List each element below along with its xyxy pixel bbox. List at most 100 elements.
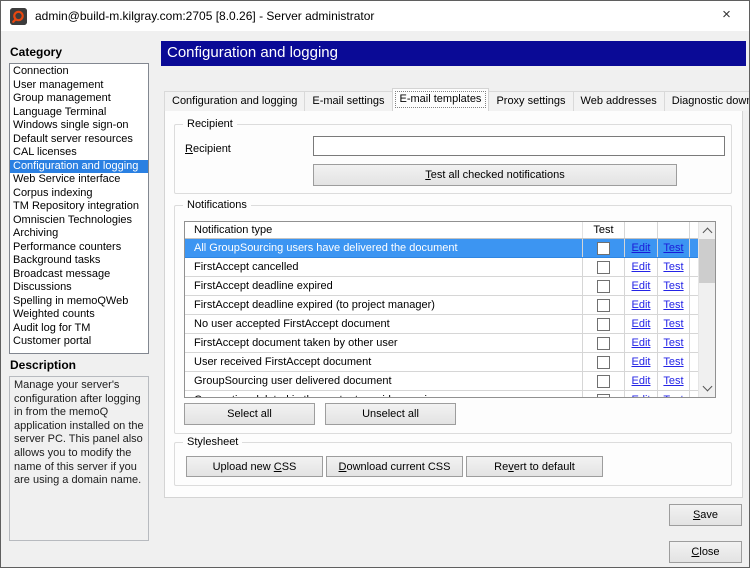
unselect-all-button[interactable]: Unselect all: [325, 403, 456, 425]
stylesheet-group-label: Stylesheet: [183, 436, 242, 449]
test-cell: Test: [658, 315, 690, 333]
edit-link[interactable]: Edit: [632, 375, 651, 387]
test-link[interactable]: Test: [663, 242, 683, 254]
description-label: Description: [10, 358, 76, 372]
sidebar-item[interactable]: Background tasks: [10, 254, 148, 268]
sidebar-item[interactable]: Performance counters: [10, 241, 148, 255]
column-header-testlink: [658, 222, 690, 238]
edit-link[interactable]: Edit: [632, 261, 651, 273]
test-checkbox[interactable]: [597, 299, 610, 312]
sidebar-item[interactable]: Web Service interface: [10, 173, 148, 187]
scrollbar-thumb[interactable]: [699, 239, 716, 283]
edit-link[interactable]: Edit: [632, 299, 651, 311]
test-link[interactable]: Test: [663, 337, 683, 349]
test-link[interactable]: Test: [663, 261, 683, 273]
edit-link[interactable]: Edit: [632, 280, 651, 292]
test-checkbox[interactable]: [597, 261, 610, 274]
test-checkbox[interactable]: [597, 242, 610, 255]
sidebar-item[interactable]: Windows single sign-on: [10, 119, 148, 133]
table-row[interactable]: FirstAccept deadline expired (to project…: [185, 296, 715, 315]
edit-link[interactable]: Edit: [632, 318, 651, 330]
table-row[interactable]: All GroupSourcing users have delivered t…: [185, 239, 715, 258]
edit-link[interactable]: Edit: [632, 394, 651, 398]
table-row[interactable]: GroupSourcing user delivered documentEdi…: [185, 372, 715, 391]
sidebar-item[interactable]: Language Terminal: [10, 106, 148, 120]
table-row[interactable]: No user accepted FirstAccept documentEdi…: [185, 315, 715, 334]
test-link[interactable]: Test: [663, 318, 683, 330]
test-checkbox[interactable]: [597, 375, 610, 388]
select-all-button[interactable]: Select all: [184, 403, 315, 425]
tab-proxy-settings[interactable]: Proxy settings: [488, 91, 573, 111]
test-checkbox-cell: [583, 334, 625, 352]
recipient-input[interactable]: [313, 136, 725, 156]
sidebar-item[interactable]: Group management: [10, 92, 148, 106]
scroll-up-button[interactable]: [699, 222, 716, 239]
notification-type-cell: User received FirstAccept document: [185, 353, 583, 371]
sidebar-item[interactable]: Audit log for TM: [10, 322, 148, 336]
column-header-test: Test: [583, 222, 625, 238]
table-row[interactable]: FirstAccept cancelled Edit Test: [185, 258, 715, 277]
table-row[interactable]: FirstAccept document taken by other user…: [185, 334, 715, 353]
category-label: Category: [10, 45, 62, 59]
close-button[interactable]: Close: [669, 541, 742, 563]
sidebar-item[interactable]: Discussions: [10, 281, 148, 295]
edit-cell: Edit: [625, 239, 658, 257]
upload-new-css-button[interactable]: Upload new CSS: [186, 456, 323, 477]
download-current-css-button[interactable]: Download current CSS: [326, 456, 463, 477]
test-cell: Test: [658, 296, 690, 314]
notification-type-cell: FirstAccept deadline expired: [185, 277, 583, 295]
notification-type-cell: All GroupSourcing users have delivered t…: [185, 239, 583, 257]
sidebar-item[interactable]: Broadcast message: [10, 268, 148, 282]
tab-diagnostic-downloads[interactable]: Diagnostic downloads: [664, 91, 750, 111]
sidebar-item[interactable]: Omniscien Technologies: [10, 214, 148, 228]
edit-link[interactable]: Edit: [632, 242, 651, 254]
sidebar-item[interactable]: Customer portal: [10, 335, 148, 349]
window-close-button[interactable]: ×: [704, 1, 749, 30]
save-button[interactable]: Save: [669, 504, 742, 526]
scroll-down-button[interactable]: [699, 380, 716, 397]
test-link[interactable]: Test: [663, 280, 683, 292]
tab-e-mail-templates[interactable]: E-mail templates: [392, 88, 490, 111]
table-row[interactable]: User received FirstAccept document Edit Te…: [185, 353, 715, 372]
test-all-notifications-button[interactable]: Test all checked notifications: [313, 164, 677, 186]
notifications-table-body: All GroupSourcing users have delivered t…: [185, 239, 715, 398]
test-cell: Test: [658, 239, 690, 257]
table-row[interactable]: FirstAccept deadline expired Edit Test: [185, 277, 715, 296]
sidebar-item[interactable]: TM Repository integration: [10, 200, 148, 214]
table-row[interactable]: Connection deleted in the content provid…: [185, 391, 715, 398]
notification-type-cell: FirstAccept cancelled: [185, 258, 583, 276]
sidebar-item[interactable]: Weighted counts: [10, 308, 148, 322]
edit-cell: Edit: [625, 372, 658, 390]
tab-e-mail-settings[interactable]: E-mail settings: [304, 91, 392, 111]
test-checkbox[interactable]: [597, 356, 610, 369]
sidebar-item[interactable]: Connection: [10, 65, 148, 79]
sidebar-item[interactable]: Corpus indexing: [10, 187, 148, 201]
category-list[interactable]: ConnectionUser managementGroup managemen…: [9, 63, 149, 354]
edit-link[interactable]: Edit: [632, 356, 651, 368]
sidebar-item[interactable]: Configuration and logging: [10, 160, 148, 174]
test-link[interactable]: Test: [663, 356, 683, 368]
sidebar-item[interactable]: Spelling in memoQWeb: [10, 295, 148, 309]
sidebar-item[interactable]: CAL licenses: [10, 146, 148, 160]
test-checkbox[interactable]: [597, 337, 610, 350]
edit-cell: Edit: [625, 258, 658, 276]
sidebar-item[interactable]: User management: [10, 79, 148, 93]
recipient-group: Recipient Recipient Test all checked not…: [174, 124, 732, 194]
table-scrollbar[interactable]: [698, 222, 715, 397]
test-checkbox[interactable]: [597, 318, 610, 331]
test-link[interactable]: Test: [663, 394, 683, 398]
notification-type-cell: Connection deleted in the content provid…: [185, 391, 583, 398]
sidebar-item[interactable]: Default server resources: [10, 133, 148, 147]
test-checkbox[interactable]: [597, 280, 610, 293]
edit-link[interactable]: Edit: [632, 337, 651, 349]
titlebar: admin@build-m.kilgray.com:2705 [8.0.26] …: [1, 1, 749, 31]
test-link[interactable]: Test: [663, 375, 683, 387]
tab-configuration-and-logging[interactable]: Configuration and logging: [164, 91, 305, 111]
sidebar-item[interactable]: Archiving: [10, 227, 148, 241]
test-link[interactable]: Test: [663, 299, 683, 311]
notifications-group: Notifications Notification type Test All…: [174, 205, 732, 434]
page-title: Configuration and logging: [161, 41, 746, 66]
revert-to-default-button[interactable]: Revert to default: [466, 456, 603, 477]
test-checkbox[interactable]: [597, 394, 610, 399]
tab-web-addresses[interactable]: Web addresses: [573, 91, 665, 111]
